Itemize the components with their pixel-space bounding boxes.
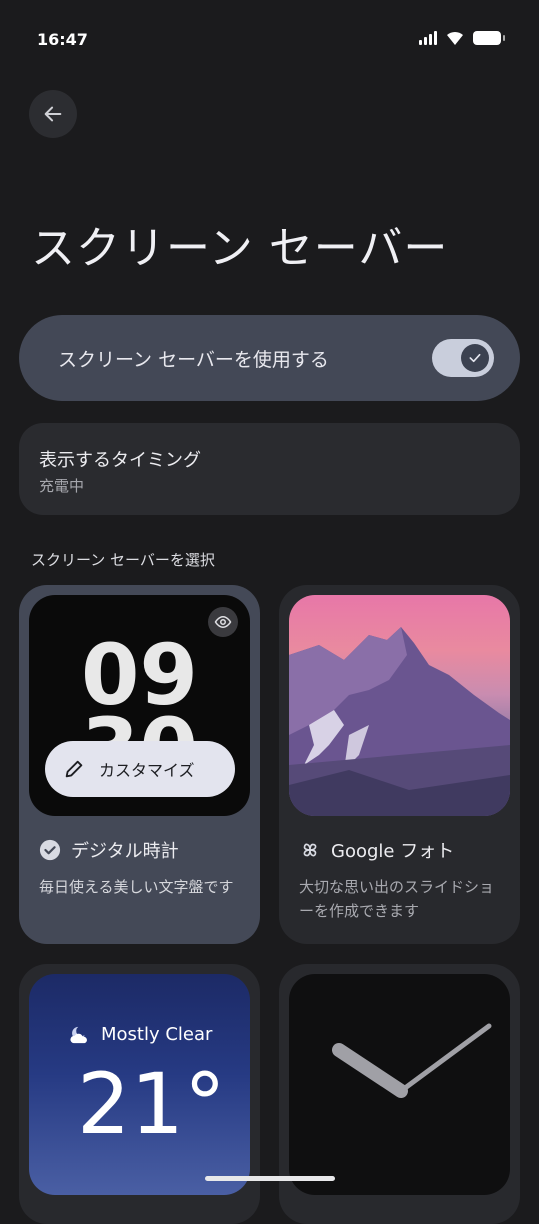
- screensaver-card-analog-clock[interactable]: [279, 964, 520, 1224]
- card-description: 毎日使える美しい文字盤です: [39, 878, 234, 896]
- screensaver-card-weather[interactable]: Mostly Clear 21°: [19, 964, 260, 1224]
- section-label: スクリーン セーバーを選択: [31, 551, 215, 569]
- card-title: デジタル時計: [39, 837, 179, 863]
- card-description: 大切な思い出のスライドショーを作成できます: [299, 878, 495, 920]
- back-arrow-icon: [44, 106, 62, 122]
- switch-knob: [461, 344, 489, 372]
- wifi-icon: [447, 31, 463, 45]
- eye-icon: [214, 615, 232, 629]
- display-timing-setting[interactable]: 表示するタイミング 充電中: [19, 423, 520, 515]
- customize-button[interactable]: カスタマイズ: [45, 741, 235, 797]
- check-circle-icon: [39, 839, 61, 861]
- pencil-icon: [63, 758, 85, 780]
- home-indicator[interactable]: [205, 1176, 335, 1181]
- weather-condition-text: Mostly Clear: [101, 1024, 213, 1045]
- page-title: スクリーン セーバー: [31, 223, 449, 274]
- card-title: Google フォト: [299, 837, 454, 863]
- analog-clock-preview: [289, 974, 510, 1195]
- use-screensaver-label: スクリーン セーバーを使用する: [58, 348, 329, 371]
- hour-hand: [332, 1043, 408, 1098]
- weather-preview: Mostly Clear 21°: [29, 974, 250, 1195]
- minute-hand: [398, 1023, 492, 1094]
- mountain-photo-preview: [289, 595, 510, 816]
- back-button[interactable]: [29, 90, 77, 138]
- weather-condition: Mostly Clear: [69, 1024, 212, 1045]
- mountain-image: [289, 627, 510, 816]
- display-timing-title: 表示するタイミング: [39, 450, 201, 471]
- signal-icon: [419, 31, 437, 45]
- weather-temperature: 21°: [77, 1055, 226, 1153]
- digital-clock-preview[interactable]: 09 30 カスタマイズ: [29, 595, 250, 816]
- card-title-text: Google フォト: [331, 841, 455, 862]
- check-icon: [469, 353, 481, 363]
- battery-icon: [473, 31, 505, 45]
- display-timing-value: 充電中: [39, 477, 85, 495]
- customize-label: カスタマイズ: [99, 761, 195, 780]
- screensaver-card-digital-clock[interactable]: 09 30 カスタマイズ デジタル時計 毎日使える美しい文字盤です: [19, 585, 260, 944]
- card-title-text: デジタル時計: [71, 841, 179, 862]
- status-bar: 16:47: [0, 0, 539, 80]
- cloud-moon-icon: [70, 1026, 87, 1043]
- status-icons: [419, 30, 505, 46]
- pinwheel-icon: [303, 843, 317, 857]
- use-screensaver-switch[interactable]: [432, 339, 494, 377]
- preview-button[interactable]: [208, 607, 238, 637]
- use-screensaver-row[interactable]: スクリーン セーバーを使用する: [19, 315, 520, 401]
- status-time: 16:47: [37, 30, 88, 49]
- screensaver-card-google-photos[interactable]: Google フォト 大切な思い出のスライドショーを作成できます: [279, 585, 520, 944]
